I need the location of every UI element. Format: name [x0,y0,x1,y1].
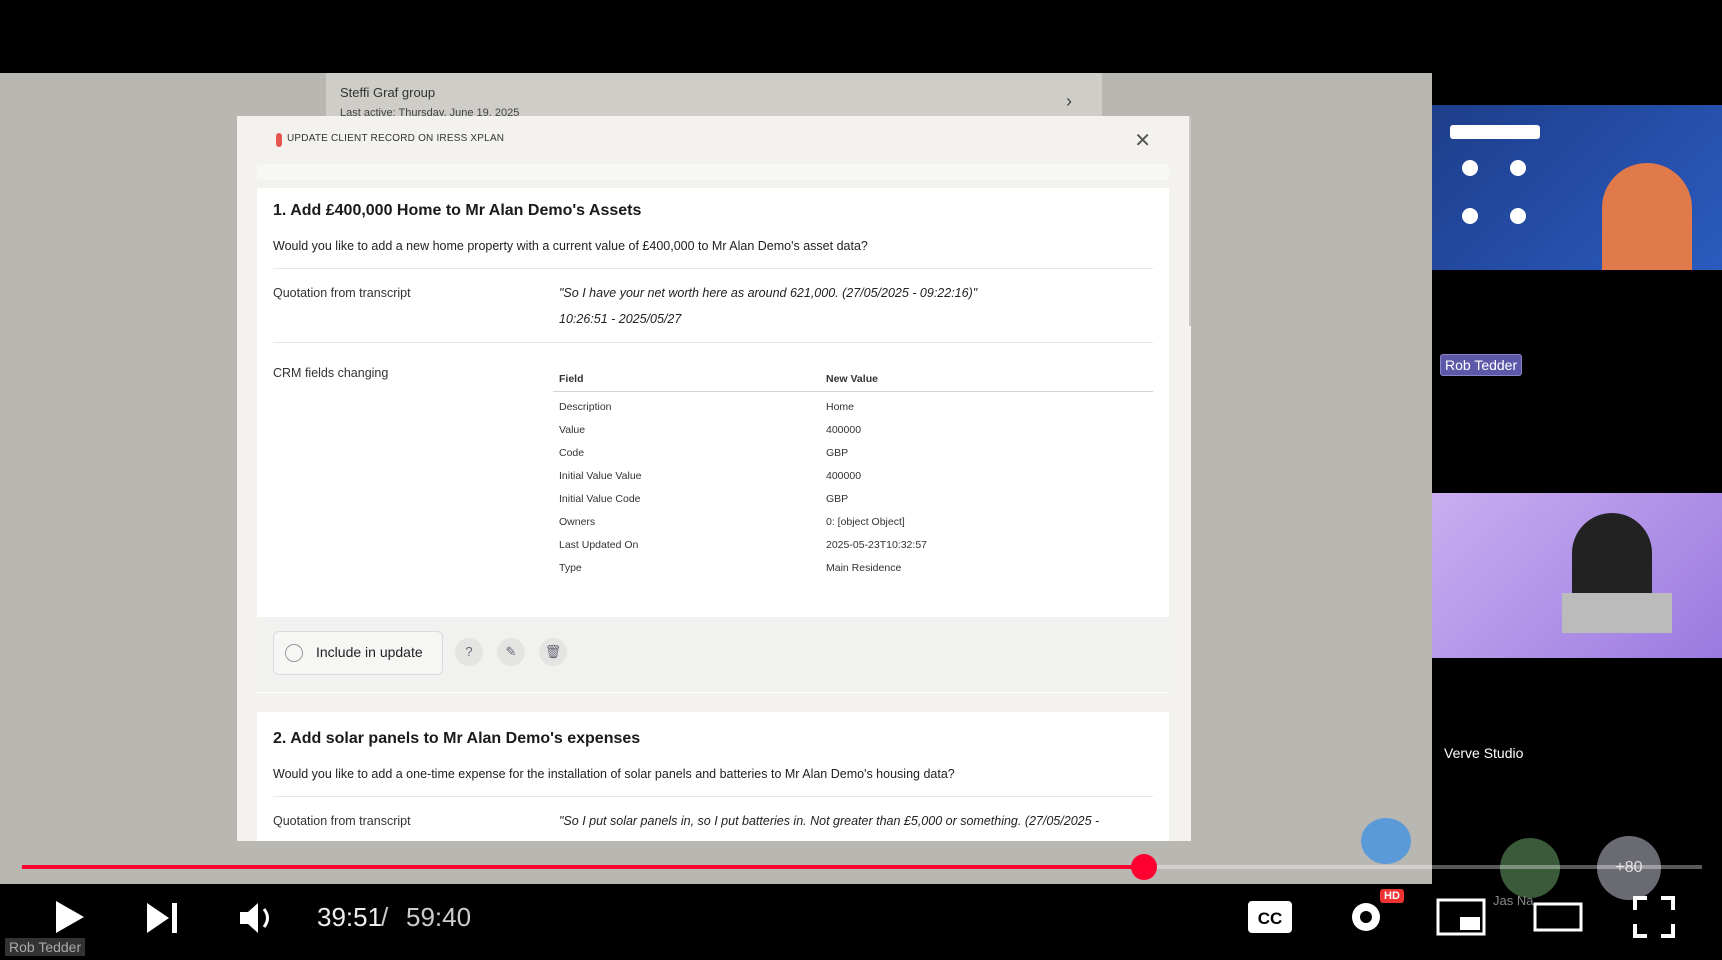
table-cell: Initial Value Value [559,470,642,482]
speaker-name-tag: Rob Tedder [1440,354,1523,376]
trash-icon[interactable]: 🗑 [539,638,567,666]
table-cell: Type [559,562,582,574]
divider [273,268,1153,269]
item-title: 1. Add £400,000 Home to Mr Alan Demo's A… [273,202,642,219]
laptop-icon [1562,593,1672,633]
table-cell: 400000 [826,470,862,482]
volume-icon[interactable] [236,897,278,939]
item-actions-bar: Include in update ? ✎ 🗑 [257,617,1169,692]
table-cell: Initial Value Code [559,493,641,505]
table-cell: GBP [826,447,849,459]
table-header-rule [553,391,1153,392]
participant-column: Rob Tedder Verve Studio [1432,73,1722,884]
status-pill-icon [276,133,282,147]
table-cell: 2025-05-23T10:32:57 [826,539,927,551]
close-icon[interactable]: ✕ [1134,128,1151,153]
table-cell: 400000 [826,424,862,436]
time-separator: / [381,902,389,932]
fullscreen-icon[interactable] [1632,895,1676,939]
next-icon[interactable] [144,900,180,936]
studio-video-tile [1432,493,1722,658]
modal-title: UPDATE CLIENT RECORD ON IRESS XPLAN [287,133,505,144]
chevron-right-icon[interactable]: › [1066,91,1072,112]
table-cell: Last Updated On [559,539,639,551]
notetaker-icon [1462,160,1478,176]
logo-icon [1450,125,1540,139]
table-cell: Description [559,401,612,413]
table-cell: Owners [559,516,596,528]
shared-screen: Steffi Graf group Last active: Thursday,… [0,73,1432,884]
item-question: Would you like to add a new home propert… [273,239,868,253]
corner-name-tag: Rob Tedder [5,938,86,956]
play-icon[interactable] [48,897,88,937]
update-item-2: 2. Add solar panels to Mr Alan Demo's ex… [257,712,1169,841]
pencil-icon[interactable]: ✎ [497,638,525,666]
modal-header: UPDATE CLIENT RECORD ON IRESS XPLAN ✕ [237,116,1191,164]
speaker-figure [1602,163,1692,270]
hd-badge: HD [1380,889,1404,903]
table-header-field: Field [559,373,584,385]
table-cell: Main Residence [826,562,902,574]
update-client-modal: UPDATE CLIENT RECORD ON IRESS XPLAN ✕ 1.… [237,116,1191,841]
include-label: Include in update [316,644,423,660]
quotation-label: Quotation from transcript [273,286,411,300]
radio-circle-icon[interactable] [285,644,303,662]
table-cell: Home [826,401,855,413]
quotation-label: Quotation from transcript [273,814,411,828]
svg-text:CC: CC [1258,909,1283,928]
item-question: Would you like to add a one-time expense… [273,767,955,781]
miniplayer-icon[interactable] [1436,897,1486,937]
theater-mode-icon[interactable] [1533,897,1583,937]
table-cell: Value [559,424,586,436]
quotation-text: "So I put solar panels in, so I put batt… [559,814,1100,828]
item-title: 2. Add solar panels to Mr Alan Demo's ex… [273,730,641,747]
question-icon[interactable]: ? [455,638,483,666]
speaker-video-tile [1432,105,1722,270]
table-cell: Code [559,447,585,459]
chat-icon[interactable] [1361,818,1411,864]
table-cell: 0: [object Object] [826,516,905,528]
modal-scrollbar[interactable] [1189,116,1191,326]
sync-icon [1462,208,1478,224]
captions-icon[interactable]: CC [1246,897,1294,937]
studio-name-tag: Verve Studio [1444,745,1524,761]
group-title: Steffi Graf group [340,85,436,100]
lightbulb-icon [1510,208,1526,224]
document-icon [1510,160,1526,176]
divider [273,342,1153,343]
time-total: 59:40 [406,902,472,932]
table-header-new-value: New Value [826,373,878,385]
include-in-update-toggle[interactable]: Include in update [273,631,443,675]
table-cell: GBP [826,493,849,505]
crm-label: CRM fields changing [273,366,389,380]
quotation-time: 10:26:51 - 2025/05/27 [559,312,682,326]
time-current: 39:51 [317,902,383,932]
progress-fill[interactable] [22,865,1145,869]
previous-item-strip [257,164,1169,180]
divider [273,796,1153,797]
quotation-text: "So I have your net worth here as around… [559,286,978,300]
